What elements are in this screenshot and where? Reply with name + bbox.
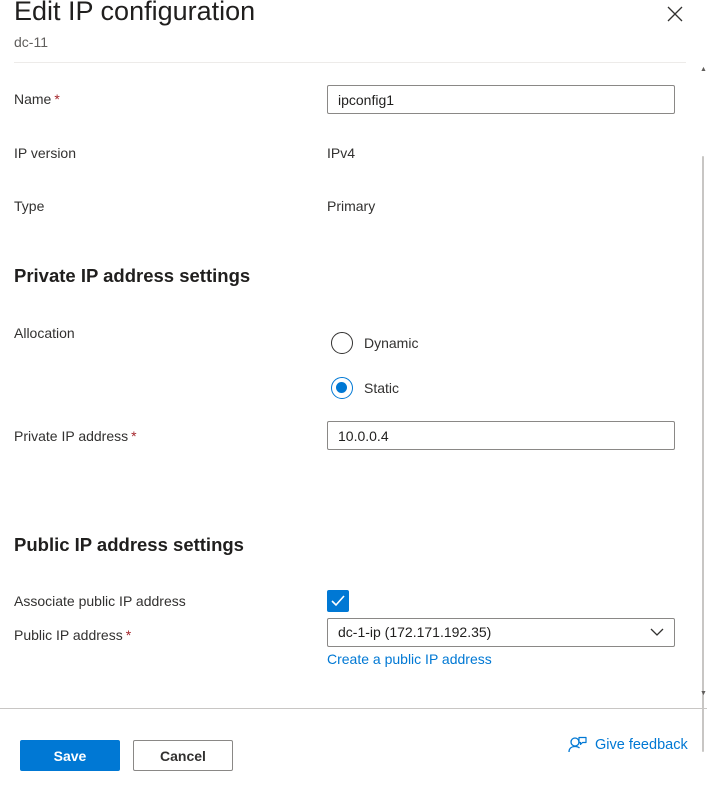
- scrollbar-thumb[interactable]: [702, 156, 704, 752]
- radio-unchecked-icon[interactable]: [331, 332, 353, 354]
- chevron-down-icon: [650, 628, 664, 636]
- required-asterisk: *: [54, 91, 60, 107]
- person-feedback-icon: [568, 736, 587, 753]
- save-button[interactable]: Save: [20, 740, 120, 771]
- footer-divider: [0, 708, 707, 709]
- public-ip-dropdown[interactable]: dc-1-ip (172.171.192.35): [327, 618, 675, 647]
- private-ip-label: Private IP address *: [14, 428, 137, 444]
- allocation-radio-dynamic[interactable]: Dynamic: [331, 332, 418, 354]
- close-button[interactable]: [662, 2, 688, 26]
- associate-public-ip-label: Associate public IP address: [14, 593, 186, 609]
- panel-subtitle: dc-11: [14, 34, 48, 50]
- close-icon: [667, 6, 683, 22]
- radio-label-dynamic: Dynamic: [364, 335, 419, 351]
- ip-version-value: IPv4: [327, 145, 356, 161]
- checkmark-icon: [331, 595, 345, 607]
- type-value: Primary: [327, 198, 376, 214]
- allocation-radio-static[interactable]: Static: [331, 377, 399, 399]
- public-ip-section-heading: Public IP address settings: [14, 534, 244, 555]
- radio-label-static: Static: [364, 380, 400, 396]
- header-divider: [14, 62, 686, 63]
- ip-version-label: IP version: [14, 145, 76, 161]
- create-public-ip-link[interactable]: Create a public IP address: [327, 651, 492, 667]
- cancel-button[interactable]: Cancel: [133, 740, 233, 771]
- panel-scrollbar[interactable]: ▲ ▼: [699, 62, 707, 752]
- public-ip-label: Public IP address *: [14, 627, 132, 643]
- associate-public-ip-checkbox[interactable]: [327, 590, 349, 612]
- public-ip-dropdown-value: dc-1-ip (172.171.192.35): [338, 624, 492, 640]
- type-label: Type: [14, 198, 45, 214]
- scroll-up-arrow-icon[interactable]: ▲: [700, 66, 707, 74]
- name-label: Name *: [14, 91, 60, 107]
- required-asterisk: *: [125, 627, 132, 643]
- required-asterisk: *: [131, 428, 137, 444]
- scroll-down-arrow-icon[interactable]: ▼: [700, 690, 707, 698]
- give-feedback-button[interactable]: Give feedback: [568, 736, 688, 754]
- private-ip-input[interactable]: [327, 421, 675, 450]
- panel-title: Edit IP configuration: [14, 0, 256, 26]
- private-ip-section-heading: Private IP address settings: [14, 265, 251, 286]
- allocation-label: Allocation: [14, 325, 75, 341]
- give-feedback-label: Give feedback: [595, 737, 688, 753]
- name-input[interactable]: [327, 85, 675, 114]
- radio-checked-icon[interactable]: [331, 377, 353, 399]
